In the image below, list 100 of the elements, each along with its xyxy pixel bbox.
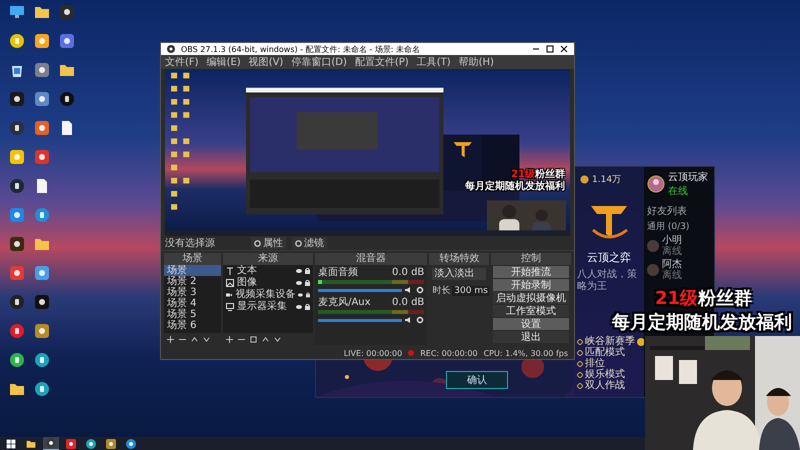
folder-icon[interactable] [58,62,74,78]
settings-icon[interactable] [416,286,424,294]
image-icon [226,279,234,287]
move-down-icon[interactable] [274,336,282,342]
menu-item[interactable]: 编辑(E) [206,55,241,69]
control-button[interactable]: 退出 [493,331,569,343]
app-icon[interactable] [8,91,24,107]
maximize-icon[interactable] [546,45,554,53]
app-icon[interactable] [34,207,50,223]
lock-icon[interactable] [305,280,310,286]
app-icon[interactable] [34,120,50,136]
mode-item[interactable]: 峡谷新赛季 [577,337,645,347]
app-icon[interactable] [34,294,50,310]
properties-icon[interactable] [250,336,258,342]
dock-title: 混音器 [315,253,428,265]
mode-item[interactable]: 排位 [577,359,645,369]
friend-item[interactable]: 阿杰 离线 [647,259,711,281]
source-item[interactable]: 图像 [223,277,314,289]
text-icon [226,267,234,275]
scene-item[interactable]: 场景 4 [164,298,222,309]
app-icon[interactable] [8,294,24,310]
app-icon[interactable] [8,178,24,194]
app-icon[interactable] [34,381,50,397]
add-icon[interactable] [167,336,174,342]
menu-item[interactable]: 文件(F) [165,55,199,69]
lock-icon[interactable] [305,304,310,310]
taskbar-button[interactable] [43,437,59,450]
rec-timer: REC: 00:00:00 [420,348,478,358]
control-button[interactable]: 开始推流 [493,266,569,278]
overlay-text: 每月定期随机发放福利 [465,181,565,193]
folder-icon[interactable] [8,381,24,397]
volume-slider[interactable] [318,318,402,322]
transition-dropdown[interactable]: 淡入淡出 [432,268,486,280]
taskbar-button[interactable] [123,437,139,450]
source-item[interactable]: 视频采集设备 [223,289,314,301]
app-icon[interactable] [34,33,50,49]
move-up-icon[interactable] [191,336,198,342]
scene-item[interactable]: 场景 5 [164,309,222,320]
app-icon[interactable] [34,149,50,165]
move-up-icon[interactable] [262,336,270,342]
taskbar-button[interactable] [83,437,99,450]
app-icon[interactable] [34,265,50,281]
folder-icon[interactable] [34,4,50,20]
toolbar-button[interactable]: 滤镜 [292,237,327,249]
overlay-text: 21级粉丝群 [655,288,752,309]
volume-slider[interactable] [318,288,402,292]
scene-item[interactable]: 场景 [164,265,222,276]
move-down-icon[interactable] [203,336,210,342]
app-icon[interactable] [8,120,24,136]
toolbar-button[interactable]: 属性 [251,237,286,249]
app-icon[interactable] [8,33,24,49]
app-icon[interactable] [8,207,24,223]
app-icon[interactable] [58,4,74,20]
taskbar-button[interactable] [63,437,79,450]
lock-icon[interactable] [306,292,310,298]
app-icon[interactable] [58,91,74,107]
control-button[interactable]: 启动虚拟摄像机 [493,292,569,304]
add-icon[interactable] [226,336,234,342]
dock-title: 控制 [491,253,571,265]
window-title: OBS 27.1.3 (64-bit, windows) - 配置文件: 未命名 - 场景: 未命名 [181,44,422,54]
app-icon[interactable] [34,323,50,339]
app-icon[interactable] [8,236,24,252]
duration-field[interactable]: 300 ms [452,286,490,296]
confirm-button[interactable]: 确认 [446,371,508,389]
lock-icon[interactable] [305,268,310,274]
menu-item[interactable]: 配置文件(P) [354,55,409,69]
friend-group[interactable]: 通用 (0/3) [647,220,711,233]
cpu-status: CPU: 1.4%, 30.00 fps [484,348,568,358]
camera-icon [226,291,232,299]
app-icon[interactable] [8,149,24,165]
menu-item[interactable]: 帮助(H) [458,55,494,69]
app-icon[interactable] [8,352,24,368]
control-button[interactable]: 开始录制 [493,279,569,291]
app-icon[interactable] [34,352,50,368]
control-button[interactable]: 设置 [493,318,569,330]
mode-item[interactable]: 娱乐模式 [577,370,645,380]
app-icon[interactable] [8,323,24,339]
app-icon[interactable] [58,33,74,49]
app-icon[interactable] [8,265,24,281]
menu-item[interactable]: 视图(V) [248,55,284,69]
overlay-text: 21级粉丝群 [511,169,565,180]
channel-reading: 0.0 dB [392,297,424,308]
scene-item[interactable]: 场景 2 [164,276,222,287]
scene-item[interactable]: 场景 3 [164,287,222,298]
app-icon[interactable] [34,62,50,78]
mode-item[interactable]: 匹配模式 [577,348,645,358]
scene-item[interactable]: 场景 6 [164,320,222,331]
mode-title: 云顶之弈 [587,250,631,265]
app-icon[interactable] [34,91,50,107]
menu-item[interactable]: 工具(T) [416,55,451,69]
close-icon[interactable] [560,45,568,53]
monitor-icon[interactable] [8,4,24,20]
menu-item[interactable]: 停靠窗口(D) [291,55,347,69]
settings-icon[interactable] [416,316,424,324]
duration-label: 时长 [432,284,450,297]
control-button[interactable]: 工作室模式 [493,305,569,317]
taskbar-button[interactable] [103,437,119,450]
source-item[interactable]: 显示器采集 [223,301,314,313]
mode-item[interactable]: 双人作战 [577,381,645,391]
friend-item[interactable]: 小明 离线 [647,235,711,257]
